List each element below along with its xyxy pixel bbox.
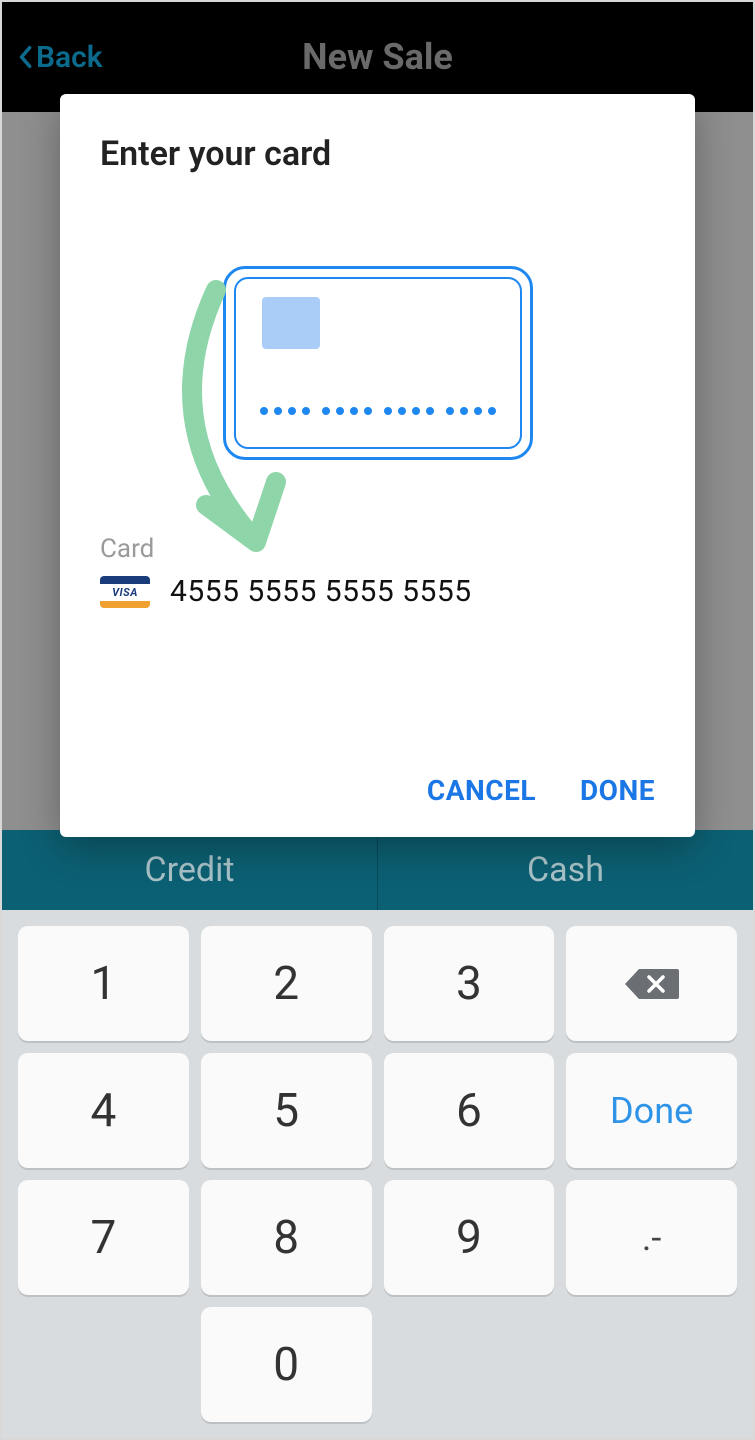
card-illustration bbox=[223, 266, 533, 460]
back-label: Back bbox=[36, 40, 103, 75]
tab-credit[interactable]: Credit bbox=[2, 830, 378, 910]
back-button[interactable]: Back bbox=[18, 40, 103, 75]
key-5[interactable]: 5 bbox=[201, 1053, 372, 1168]
payment-tabs: Credit Cash bbox=[2, 830, 753, 910]
backspace-icon bbox=[623, 965, 681, 1003]
key-symbol[interactable]: .- bbox=[566, 1180, 737, 1295]
key-backspace[interactable] bbox=[566, 926, 737, 1041]
key-0[interactable]: 0 bbox=[201, 1307, 372, 1422]
card-input-row[interactable]: VISA 4555 5555 5555 5555 bbox=[100, 574, 655, 609]
key-9[interactable]: 9 bbox=[384, 1180, 555, 1295]
key-done[interactable]: Done bbox=[566, 1053, 737, 1168]
done-button[interactable]: DONE bbox=[580, 774, 655, 807]
key-3[interactable]: 3 bbox=[384, 926, 555, 1041]
key-2[interactable]: 2 bbox=[201, 926, 372, 1041]
key-empty-right-2 bbox=[566, 1307, 737, 1422]
card-field-label: Card bbox=[100, 534, 154, 564]
cancel-button[interactable]: CANCEL bbox=[427, 774, 536, 807]
key-empty-left bbox=[18, 1307, 189, 1422]
modal-title: Enter your card bbox=[100, 134, 655, 174]
key-empty-right-1 bbox=[384, 1307, 555, 1422]
key-4[interactable]: 4 bbox=[18, 1053, 189, 1168]
key-7[interactable]: 7 bbox=[18, 1180, 189, 1295]
key-1[interactable]: 1 bbox=[18, 926, 189, 1041]
tab-cash[interactable]: Cash bbox=[378, 830, 753, 910]
visa-icon: VISA bbox=[100, 576, 150, 608]
key-8[interactable]: 8 bbox=[201, 1180, 372, 1295]
key-6[interactable]: 6 bbox=[384, 1053, 555, 1168]
card-chip-icon bbox=[262, 297, 320, 349]
modal-actions: CANCEL DONE bbox=[427, 774, 655, 807]
card-number-input[interactable]: 4555 5555 5555 5555 bbox=[170, 574, 472, 609]
numeric-keypad: 1 2 3 4 5 6 Done 7 8 9 .- 0 bbox=[2, 910, 753, 1438]
page-title: New Sale bbox=[302, 36, 453, 78]
card-dots-icon bbox=[236, 407, 520, 415]
chevron-left-icon bbox=[18, 45, 32, 69]
card-entry-modal: Enter your card Card VISA 4555 5555 5555 bbox=[60, 94, 695, 837]
visa-brand-text: VISA bbox=[100, 584, 150, 601]
